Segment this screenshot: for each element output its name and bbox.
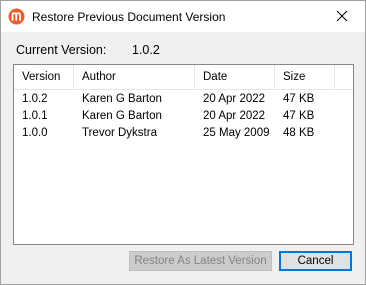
cell-date: 20 Apr 2022 [203, 93, 266, 105]
column-header-size[interactable]: Size [275, 65, 335, 89]
table-row[interactable]: 1.0.0 Trevor Dykstra 25 May 2009 48 KB [14, 125, 353, 142]
cell-version: 1.0.2 [22, 93, 48, 105]
cell-author: Karen G Barton [82, 93, 162, 105]
cell-size: 47 KB [283, 110, 315, 122]
cell-version: 1.0.0 [22, 127, 48, 139]
versions-list[interactable]: Version Author Date Size 1.0.2 Karen G B… [13, 64, 354, 245]
close-icon [336, 10, 348, 22]
app-logo-icon [8, 8, 25, 25]
close-button[interactable] [319, 1, 365, 32]
cell-date: 20 Apr 2022 [203, 110, 266, 122]
restore-version-dialog: Restore Previous Document Version Curren… [0, 0, 366, 285]
current-version-value: 1.0.2 [132, 43, 160, 57]
current-version-label: Current Version: [16, 43, 107, 57]
list-header: Version Author Date Size [14, 65, 353, 90]
cancel-button[interactable]: Cancel [279, 251, 352, 271]
restore-as-latest-button[interactable]: Restore As Latest Version [129, 251, 272, 271]
cell-author: Karen G Barton [82, 110, 162, 122]
table-row[interactable]: 1.0.1 Karen G Barton 20 Apr 2022 47 KB [14, 108, 353, 125]
title-bar[interactable]: Restore Previous Document Version [1, 1, 365, 32]
cell-version: 1.0.1 [22, 110, 48, 122]
column-header-author[interactable]: Author [74, 65, 195, 89]
cell-date: 25 May 2009 [203, 127, 270, 139]
cell-size: 47 KB [283, 93, 315, 105]
cell-author: Trevor Dykstra [82, 127, 157, 139]
column-header-version[interactable]: Version [14, 65, 74, 89]
table-row[interactable]: 1.0.2 Karen G Barton 20 Apr 2022 47 KB [14, 91, 353, 108]
cell-size: 48 KB [283, 127, 315, 139]
column-header-date[interactable]: Date [195, 65, 275, 89]
window-title: Restore Previous Document Version [32, 10, 226, 24]
